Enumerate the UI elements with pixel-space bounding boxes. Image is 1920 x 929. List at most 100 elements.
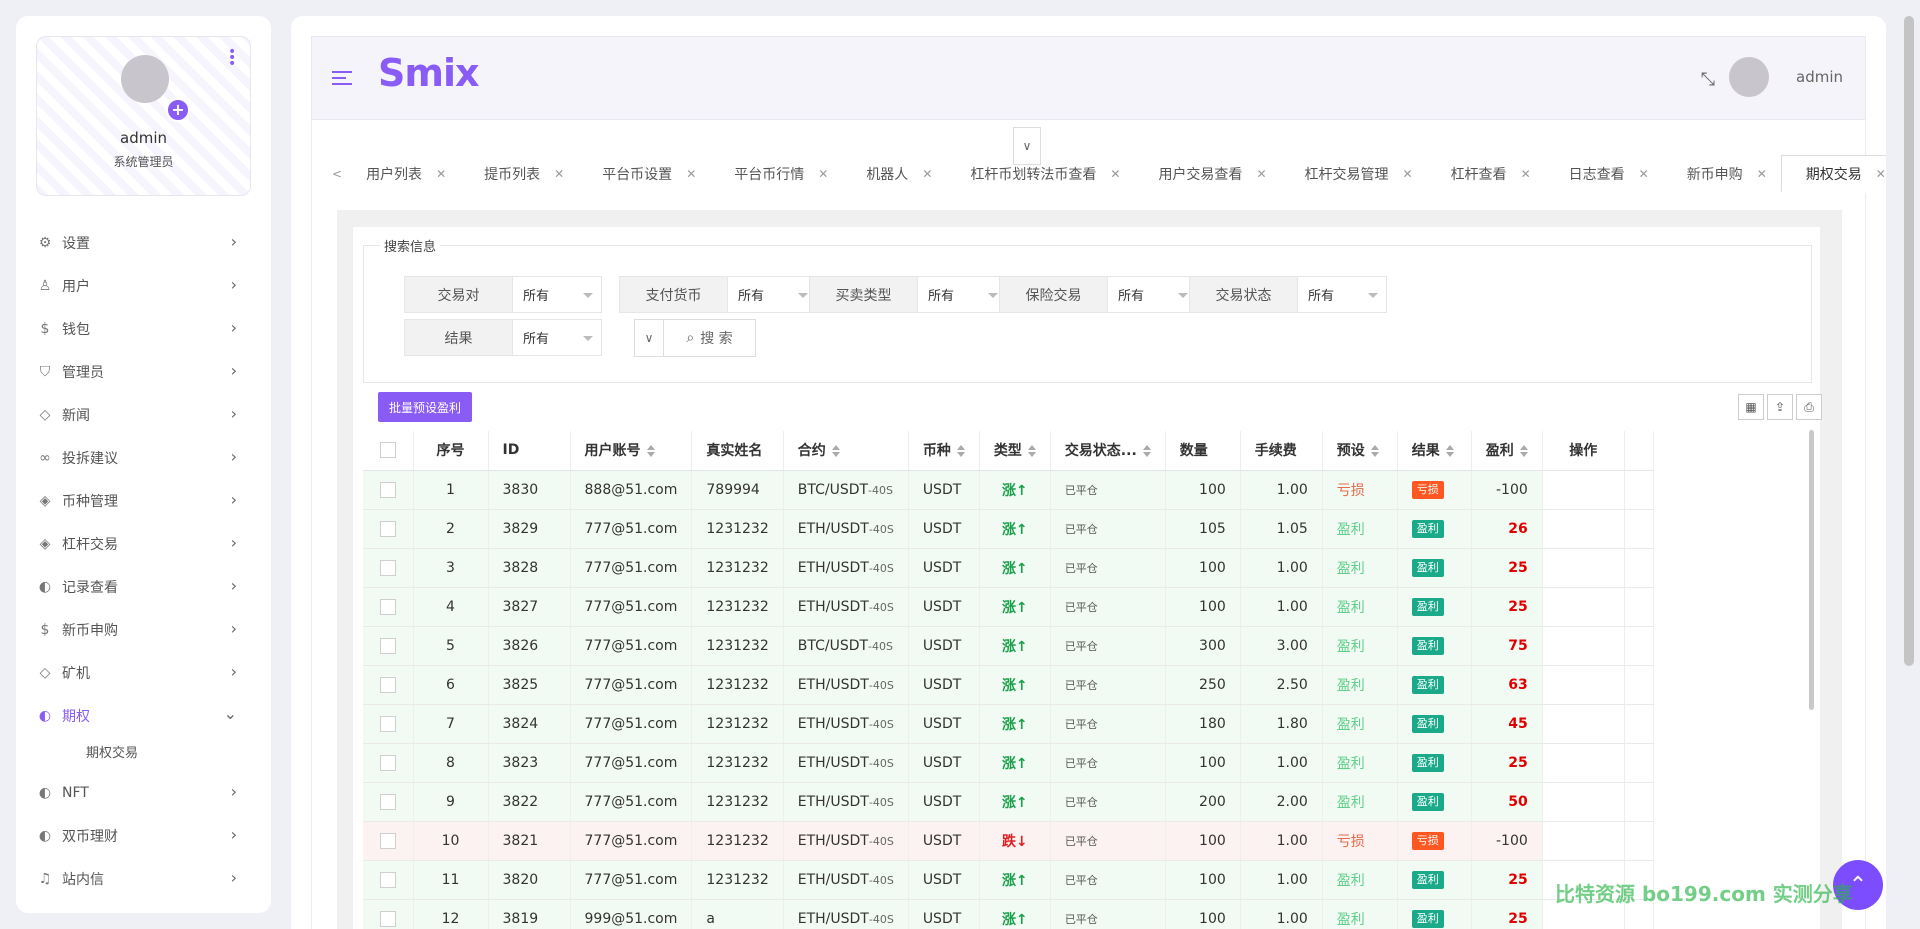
row-checkbox-cell[interactable] xyxy=(363,899,414,929)
table-row[interactable]: 8 3823 777@51.com 1231232 ETH/USDT-40S USDT 涨↑… xyxy=(363,743,1654,783)
checkbox-icon[interactable] xyxy=(379,559,396,576)
checkbox-icon[interactable] xyxy=(379,793,396,810)
row-checkbox-cell[interactable] xyxy=(363,548,414,588)
more-options-icon[interactable]: • • • xyxy=(228,45,236,71)
tab-10[interactable]: 新币申购 ✕ xyxy=(1663,155,1781,193)
sort-icon[interactable] xyxy=(831,445,840,458)
cell-preset[interactable]: 盈利 xyxy=(1322,782,1398,822)
tab-6[interactable]: 用户交易查看 ✕ xyxy=(1134,155,1280,193)
cell-actions[interactable] xyxy=(1542,626,1625,666)
avatar[interactable] xyxy=(121,55,169,103)
close-icon[interactable]: ✕ xyxy=(1110,167,1120,181)
table-row[interactable]: 5 3826 777@51.com 1231232 BTC/USDT-40S USDT 涨↑… xyxy=(363,626,1654,666)
cell-actions[interactable] xyxy=(1542,821,1625,861)
cell-preset[interactable]: 盈利 xyxy=(1322,704,1398,744)
row-checkbox-cell[interactable] xyxy=(363,743,414,783)
column-header[interactable]: 真实姓名 xyxy=(691,431,784,471)
close-icon[interactable]: ✕ xyxy=(922,167,932,181)
row-checkbox-cell[interactable] xyxy=(363,782,414,822)
column-header[interactable]: 数量 xyxy=(1165,431,1241,471)
checkbox-icon[interactable] xyxy=(379,910,396,927)
filter-select[interactable]: 所有 xyxy=(1108,277,1196,312)
checkbox-icon[interactable] xyxy=(379,442,396,459)
tab-4[interactable]: 机器人 ✕ xyxy=(842,155,946,193)
filter-select[interactable]: 所有 xyxy=(513,320,601,355)
sort-icon[interactable] xyxy=(956,445,965,458)
sidebar-item-5[interactable]: ∞ 投拆建议 › xyxy=(16,436,271,479)
table-row[interactable]: 9 3822 777@51.com 1231232 ETH/USDT-40S USDT 涨↑… xyxy=(363,782,1654,822)
column-header[interactable]: 币种 xyxy=(908,431,980,471)
close-icon[interactable]: ✕ xyxy=(1403,167,1413,181)
tab-2[interactable]: 平台币设置 ✕ xyxy=(578,155,710,193)
sidebar-item-10[interactable]: ◇ 矿机 › xyxy=(16,651,271,694)
table-row[interactable]: 10 3821 777@51.com 1231232 ETH/USDT-40S USDT 跌… xyxy=(363,821,1654,861)
cell-actions[interactable] xyxy=(1542,782,1625,822)
sidebar-item-0[interactable]: ⚙ 设置 › xyxy=(16,221,271,264)
tab-3[interactable]: 平台币行情 ✕ xyxy=(710,155,842,193)
cell-preset[interactable]: 盈利 xyxy=(1322,626,1398,666)
sidebar-item-11[interactable]: ◐ 期权 ⌄ xyxy=(16,694,271,737)
close-icon[interactable]: ✕ xyxy=(1256,167,1266,181)
cell-preset[interactable]: 盈利 xyxy=(1322,743,1398,783)
cell-preset[interactable]: 盈利 xyxy=(1322,860,1398,900)
row-checkbox-cell[interactable] xyxy=(363,587,414,627)
tab-8[interactable]: 杠杆查看 ✕ xyxy=(1427,155,1545,193)
filter-select[interactable]: 所有 xyxy=(728,277,816,312)
sidebar-item-13[interactable]: ◐ 双币理财 › xyxy=(16,814,271,857)
cell-actions[interactable] xyxy=(1542,509,1625,549)
checkbox-icon[interactable] xyxy=(379,715,396,732)
tab-1[interactable]: 提币列表 ✕ xyxy=(460,155,578,193)
select-all-checkbox[interactable] xyxy=(363,431,414,471)
sort-icon[interactable] xyxy=(646,445,655,458)
checkbox-icon[interactable] xyxy=(379,598,396,615)
close-icon[interactable]: ✕ xyxy=(554,167,564,181)
tabs-scroll-left-icon[interactable]: < xyxy=(332,167,342,181)
cell-actions[interactable] xyxy=(1542,743,1625,783)
close-icon[interactable]: ✕ xyxy=(1521,167,1531,181)
cell-preset[interactable]: 盈利 xyxy=(1322,665,1398,705)
row-checkbox-cell[interactable] xyxy=(363,665,414,705)
sidebar-item-9[interactable]: $ 新币申购 › xyxy=(16,608,271,651)
cell-preset[interactable]: 盈利 xyxy=(1322,548,1398,588)
row-checkbox-cell[interactable] xyxy=(363,704,414,744)
row-checkbox-cell[interactable] xyxy=(363,626,414,666)
user-avatar[interactable] xyxy=(1729,57,1769,97)
column-header[interactable]: 用户账号 xyxy=(570,431,693,471)
table-row[interactable]: 3 3828 777@51.com 1231232 ETH/USDT-40S USDT 涨↑… xyxy=(363,548,1654,588)
cell-preset[interactable]: 盈利 xyxy=(1322,509,1398,549)
sidebar-item-8[interactable]: ◐ 记录查看 › xyxy=(16,565,271,608)
close-icon[interactable]: ✕ xyxy=(818,167,828,181)
column-header[interactable]: 合约 xyxy=(783,431,909,471)
table-row[interactable]: 1 3830 888@51.com 789994 BTC/USDT-40S USDT 涨↑ 已… xyxy=(363,470,1654,510)
checkbox-icon[interactable] xyxy=(379,754,396,771)
sidebar-item-14[interactable]: ♫ 站内信 › xyxy=(16,857,271,900)
filter-select[interactable]: 所有 xyxy=(1298,277,1386,312)
add-avatar-icon[interactable]: + xyxy=(166,98,190,122)
cell-preset[interactable]: 盈利 xyxy=(1322,899,1398,929)
sidebar-item-2[interactable]: $ 钱包 › xyxy=(16,307,271,350)
header-username[interactable]: admin xyxy=(1796,68,1843,86)
checkbox-icon[interactable] xyxy=(379,832,396,849)
columns-icon[interactable]: ▦ xyxy=(1738,394,1764,420)
sort-icon[interactable] xyxy=(1142,445,1151,458)
batch-preset-profit-button[interactable]: 批量预设盈利 xyxy=(378,392,472,422)
sidebar-item-4[interactable]: ◇ 新闻 › xyxy=(16,393,271,436)
column-header[interactable]: 序号 xyxy=(413,431,489,471)
close-icon[interactable]: ✕ xyxy=(1757,167,1767,181)
row-checkbox-cell[interactable] xyxy=(363,860,414,900)
cell-preset[interactable]: 盈利 xyxy=(1322,587,1398,627)
table-row[interactable]: 11 3820 777@51.com 1231232 ETH/USDT-40S USDT 涨… xyxy=(363,860,1654,900)
search-button[interactable]: ⌕ 搜 索 xyxy=(664,319,756,357)
sidebar-item-6[interactable]: ◈ 币种管理 › xyxy=(16,479,271,522)
column-header[interactable]: 操作 xyxy=(1542,431,1625,471)
checkbox-icon[interactable] xyxy=(379,520,396,537)
table-scrollbar[interactable] xyxy=(1809,430,1814,710)
column-header[interactable]: 类型 xyxy=(979,431,1051,471)
sidebar-subitem-options-trade[interactable]: 期权交易 xyxy=(16,737,271,771)
close-icon[interactable]: ✕ xyxy=(686,167,696,181)
column-header[interactable]: 交易状态... xyxy=(1050,431,1166,471)
column-header[interactable]: ID xyxy=(488,431,571,471)
checkbox-icon[interactable] xyxy=(379,871,396,888)
checkbox-icon[interactable] xyxy=(379,637,396,654)
sidebar-item-12[interactable]: ◐ NFT › xyxy=(16,771,271,814)
